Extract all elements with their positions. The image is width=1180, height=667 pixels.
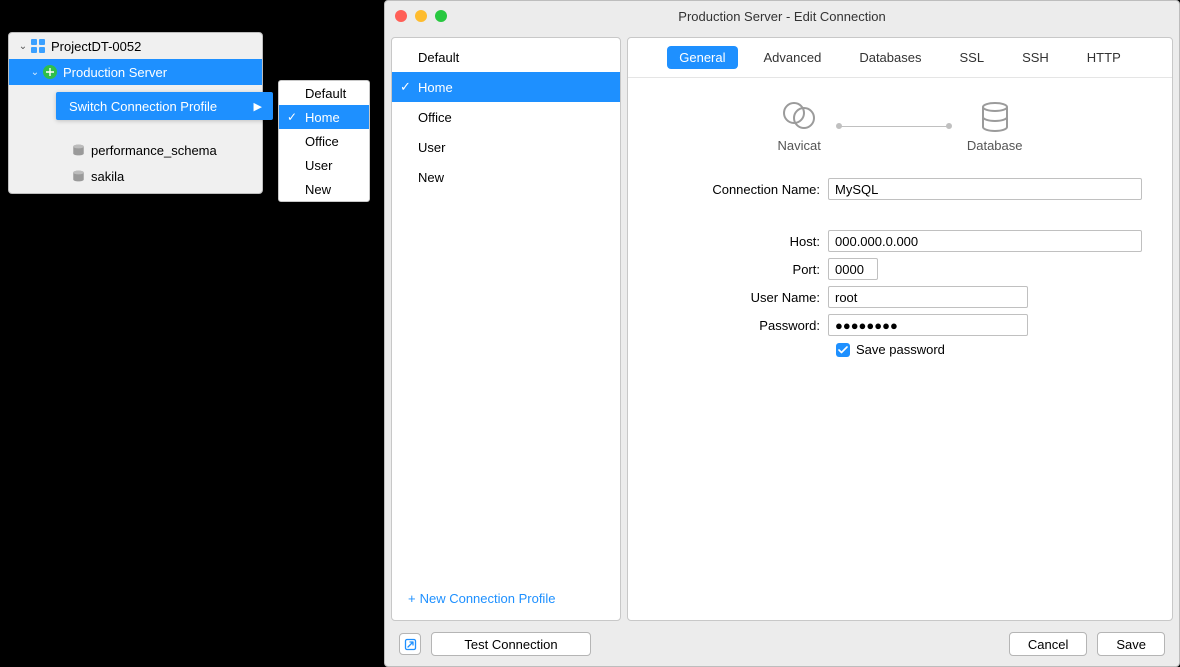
chevron-down-icon: ⌄ xyxy=(29,67,41,78)
new-connection-profile-link[interactable]: + New Connection Profile xyxy=(392,581,620,620)
profile-item-home[interactable]: ✓ Home xyxy=(392,72,620,102)
password-field[interactable] xyxy=(828,314,1028,336)
submenu-item-office[interactable]: Office xyxy=(279,129,369,153)
dialog-titlebar: Production Server - Edit Connection xyxy=(385,1,1179,31)
navicat-icon: Navicat xyxy=(777,100,820,153)
tab-advanced[interactable]: Advanced xyxy=(752,46,834,69)
edit-connection-dialog: Production Server - Edit Connection Defa… xyxy=(384,0,1180,667)
switch-profile-label: Switch Connection Profile xyxy=(69,99,217,114)
host-field[interactable] xyxy=(828,230,1142,252)
dialog-title: Production Server - Edit Connection xyxy=(678,9,885,24)
diagram-right-label: Database xyxy=(967,138,1023,153)
test-connection-button[interactable]: Test Connection xyxy=(431,632,591,656)
username-field[interactable] xyxy=(828,286,1028,308)
port-field[interactable] xyxy=(828,258,878,280)
connection-name-label: Connection Name: xyxy=(658,182,828,197)
tab-ssh[interactable]: SSH xyxy=(1010,46,1061,69)
tab-bar: General Advanced Databases SSL SSH HTTP xyxy=(628,38,1172,78)
close-icon[interactable] xyxy=(395,10,407,22)
chevron-right-icon: ▶ xyxy=(254,100,262,113)
save-label: Save xyxy=(1116,637,1146,652)
tree-db-label-0: performance_schema xyxy=(91,143,217,158)
chevron-down-icon: ⌄ xyxy=(17,41,29,52)
project-icon xyxy=(29,37,47,55)
check-icon xyxy=(838,345,848,355)
external-link-button[interactable] xyxy=(399,633,421,655)
profile-submenu: Default ✓ Home Office User New xyxy=(278,80,370,202)
submenu-item-default[interactable]: Default xyxy=(279,81,369,105)
port-label: Port: xyxy=(658,262,828,277)
test-connection-label: Test Connection xyxy=(464,637,557,652)
profile-label: Default xyxy=(418,50,459,65)
dialog-footer: Test Connection Cancel Save xyxy=(385,627,1179,661)
submenu-item-new[interactable]: New xyxy=(279,177,369,201)
check-icon: ✓ xyxy=(400,79,411,95)
server-icon xyxy=(41,63,59,81)
tree-db-label-1: sakila xyxy=(91,169,124,184)
form-pane: General Advanced Databases SSL SSH HTTP … xyxy=(627,37,1173,621)
tab-general[interactable]: General xyxy=(667,46,737,69)
zoom-icon[interactable] xyxy=(435,10,447,22)
window-controls xyxy=(395,10,447,22)
check-icon: ✓ xyxy=(287,110,297,124)
minimize-icon[interactable] xyxy=(415,10,427,22)
submenu-label: User xyxy=(305,158,332,173)
submenu-label: Office xyxy=(305,134,339,149)
submenu-item-home[interactable]: ✓ Home xyxy=(279,105,369,129)
tab-databases[interactable]: Databases xyxy=(847,46,933,69)
new-profile-label: New Connection Profile xyxy=(420,591,556,606)
profile-item-new[interactable]: New xyxy=(392,162,620,192)
database-icon xyxy=(69,141,87,159)
host-label: Host: xyxy=(658,234,828,249)
tab-http[interactable]: HTTP xyxy=(1075,46,1133,69)
connection-name-field[interactable] xyxy=(828,178,1142,200)
connection-form: Connection Name: Host: Port: User Name: xyxy=(628,166,1172,357)
database-icon: Database xyxy=(967,100,1023,153)
tree-server-label: Production Server xyxy=(63,65,167,80)
tree-database-row[interactable]: performance_schema xyxy=(9,137,262,163)
submenu-label: New xyxy=(305,182,331,197)
diagram-connector xyxy=(839,126,949,127)
profile-list: Default ✓ Home Office User New xyxy=(392,38,620,581)
profile-label: User xyxy=(418,140,445,155)
save-button[interactable]: Save xyxy=(1097,632,1165,656)
submenu-label: Default xyxy=(305,86,346,101)
connection-diagram: Navicat Database xyxy=(628,86,1172,166)
profile-label: New xyxy=(418,170,444,185)
profile-list-pane: Default ✓ Home Office User New + New Conn… xyxy=(391,37,621,621)
cancel-label: Cancel xyxy=(1028,637,1068,652)
save-password-label: Save password xyxy=(856,342,945,357)
submenu-label: Home xyxy=(305,110,340,125)
diagram-left-label: Navicat xyxy=(777,138,820,153)
context-menu-switch-profile[interactable]: Switch Connection Profile ▶ xyxy=(56,92,273,120)
cancel-button[interactable]: Cancel xyxy=(1009,632,1087,656)
profile-item-user[interactable]: User xyxy=(392,132,620,162)
profile-item-default[interactable]: Default xyxy=(392,42,620,72)
profile-label: Home xyxy=(418,80,453,95)
profile-item-office[interactable]: Office xyxy=(392,102,620,132)
tab-ssl[interactable]: SSL xyxy=(947,46,996,69)
external-link-icon xyxy=(404,638,417,651)
database-icon xyxy=(69,167,87,185)
username-label: User Name: xyxy=(658,290,828,305)
tree-server-row[interactable]: ⌄ Production Server xyxy=(9,59,262,85)
plus-icon: + xyxy=(408,591,416,606)
password-label: Password: xyxy=(658,318,828,333)
submenu-item-user[interactable]: User xyxy=(279,153,369,177)
save-password-checkbox[interactable] xyxy=(836,343,850,357)
tree-project-row[interactable]: ⌄ ProjectDT-0052 xyxy=(9,33,262,59)
tree-database-row[interactable]: sakila xyxy=(9,163,262,189)
profile-label: Office xyxy=(418,110,452,125)
tree-project-label: ProjectDT-0052 xyxy=(51,39,141,54)
